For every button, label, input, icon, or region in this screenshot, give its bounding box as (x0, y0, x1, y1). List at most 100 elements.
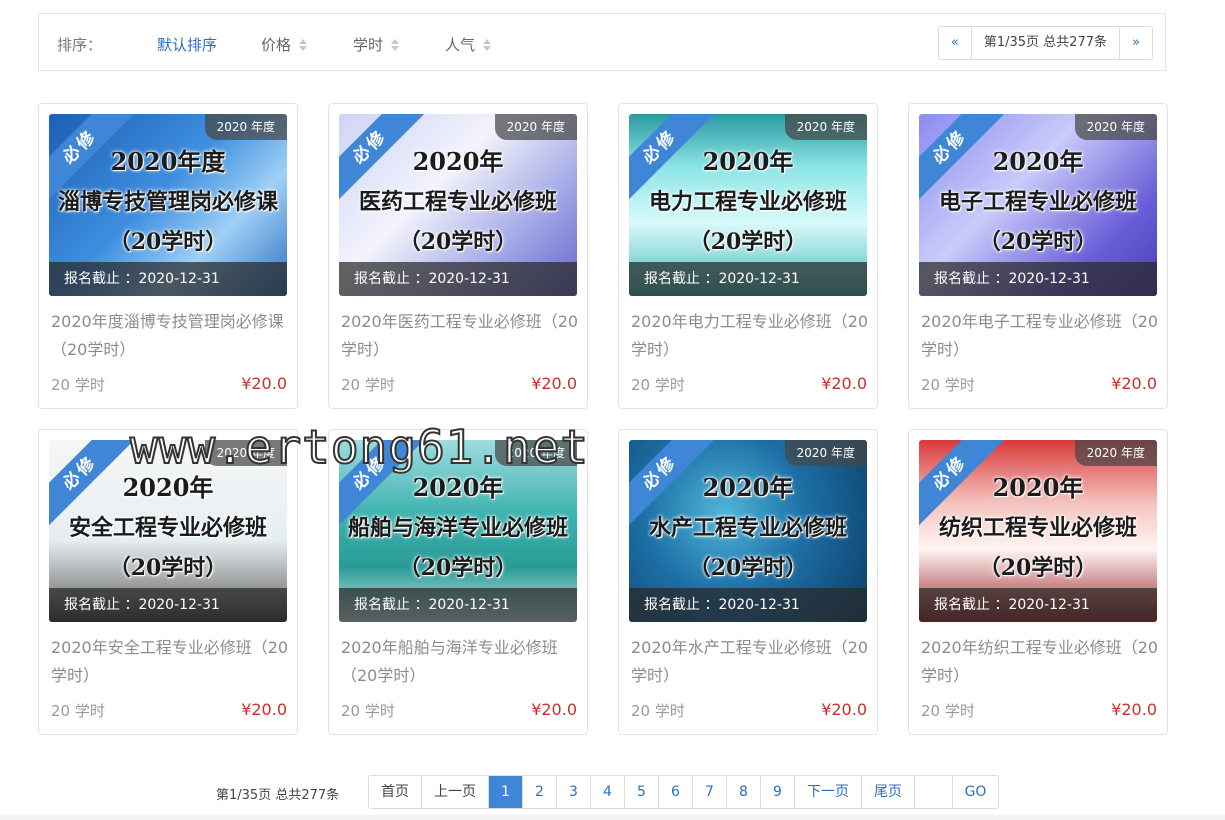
thumbnail-title-line: 水产工程专业必修班 (648, 515, 847, 541)
course-name[interactable]: 2020年船舶与海洋专业必修班（20学时） (341, 634, 581, 690)
deadline-bar: 报名截止 ：2020-12-31 (629, 588, 867, 622)
thumbnail-title-line: （20学时） (108, 229, 228, 255)
sort-hours[interactable]: 学时 (353, 34, 400, 55)
course-hours: 20 学时 (921, 702, 975, 720)
mini-page-info: 第1/35页 总共277条 (970, 27, 1120, 59)
page-number-button[interactable]: 1 (488, 776, 522, 808)
page-number-button[interactable]: 2 (522, 776, 556, 808)
thumbnail-title-line: （20学时） (398, 555, 518, 581)
course-card[interactable]: 2020年度 淄博专技管理岗必修课 （20学时） 必修 2020 年度 报名截止… (38, 103, 298, 409)
page-number-button[interactable]: 9 (760, 776, 794, 808)
page-number-button[interactable]: 3 (556, 776, 590, 808)
thumbnail-title-line: （20学时） (978, 555, 1098, 581)
year-badge: 2020 年度 (494, 440, 577, 466)
pager-info: 第1/35页 总共277条 (216, 788, 340, 803)
thumbnail-title-line: 电力工程专业必修班 (648, 189, 847, 215)
course-card[interactable]: 2020年 电力工程专业必修班 （20学时） 必修 2020 年度 报名截止 ：… (618, 103, 878, 409)
deadline-bar: 报名截止 ：2020-12-31 (339, 588, 577, 622)
page-number-button[interactable]: 6 (658, 776, 692, 808)
course-card[interactable]: 2020年 电子工程专业必修班 （20学时） 必修 2020 年度 报名截止 ：… (908, 103, 1168, 409)
course-price: ¥20.0 (821, 700, 867, 719)
sort-hours-label: 学时 (353, 36, 384, 54)
course-name[interactable]: 2020年医药工程专业必修班（20学时） (341, 308, 581, 364)
course-thumbnail[interactable]: 2020年度 淄博专技管理岗必修课 （20学时） 必修 2020 年度 报名截止… (49, 114, 287, 296)
thumbnail-title-line: （20学时） (398, 229, 518, 255)
deadline-bar: 报名截止 ：2020-12-31 (49, 588, 287, 622)
sort-popularity-label: 人气 (445, 36, 476, 54)
mini-pager: « 第1/35页 总共277条 » (937, 26, 1153, 60)
thumbnail-title-line: 纺织工程专业必修班 (938, 515, 1137, 541)
course-hours: 20 学时 (631, 702, 685, 720)
course-price: ¥20.0 (1111, 374, 1157, 393)
year-badge: 2020 年度 (204, 114, 287, 140)
deadline-bar: 报名截止 ：2020-12-31 (919, 588, 1157, 622)
course-price: ¥20.0 (1111, 700, 1157, 719)
thumbnail-title-line: （20学时） (108, 555, 228, 581)
year-badge: 2020 年度 (1074, 114, 1157, 140)
thumbnail-title-line: 船舶与海洋专业必修班 (347, 515, 568, 541)
thumbnail-title-line: 医药工程专业必修班 (358, 189, 557, 215)
course-thumbnail[interactable]: 2020年 安全工程专业必修班 （20学时） 必修 2020 年度 报名截止 ：… (49, 440, 287, 622)
course-price: ¥20.0 (531, 700, 577, 719)
course-card[interactable]: 2020年 水产工程专业必修班 （20学时） 必修 2020 年度 报名截止 ：… (618, 429, 878, 735)
sort-popularity[interactable]: 人气 (445, 34, 492, 55)
year-badge: 2020 年度 (1074, 440, 1157, 466)
course-name[interactable]: 2020年电力工程专业必修班（20学时） (631, 308, 871, 364)
course-thumbnail[interactable]: 2020年 水产工程专业必修班 （20学时） 必修 2020 年度 报名截止 ：… (629, 440, 867, 622)
footer-divider (0, 815, 1225, 820)
thumbnail-title-line: （20学时） (688, 229, 808, 255)
course-price: ¥20.0 (821, 374, 867, 393)
year-badge: 2020 年度 (784, 114, 867, 140)
thumbnail-title-line: （20学时） (688, 555, 808, 581)
sort-label: 排序： (57, 36, 103, 54)
course-thumbnail[interactable]: 2020年 医药工程专业必修班 （20学时） 必修 2020 年度 报名截止 ：… (339, 114, 577, 296)
course-price: ¥20.0 (241, 374, 287, 393)
thumbnail-title-line: （20学时） (978, 229, 1098, 255)
sort-price-label: 价格 (261, 36, 292, 54)
page-number-button[interactable]: 8 (726, 776, 760, 808)
page-jump-input[interactable] (914, 776, 952, 808)
last-page-button[interactable]: 尾页 (861, 776, 914, 808)
course-name[interactable]: 2020年电子工程专业必修班（20学时） (921, 308, 1161, 364)
page-number-button[interactable]: 4 (590, 776, 624, 808)
course-thumbnail[interactable]: 2020年 电子工程专业必修班 （20学时） 必修 2020 年度 报名截止 ：… (919, 114, 1157, 296)
course-hours: 20 学时 (51, 702, 105, 720)
mini-next-button[interactable]: » (1120, 27, 1152, 59)
year-badge: 2020 年度 (204, 440, 287, 466)
page-number-button[interactable]: 5 (624, 776, 658, 808)
thumbnail-title-line: 淄博专技管理岗必修课 (57, 189, 278, 215)
course-hours: 20 学时 (921, 376, 975, 394)
course-price: ¥20.0 (531, 374, 577, 393)
pagination: 首页 上一页 1 2 3 4 5 6 7 8 9 下一页 尾页 GO (368, 775, 999, 809)
deadline-bar: 报名截止 ：2020-12-31 (49, 262, 287, 296)
course-price: ¥20.0 (241, 700, 287, 719)
course-hours: 20 学时 (341, 702, 395, 720)
course-card[interactable]: 2020年 安全工程专业必修班 （20学时） 必修 2020 年度 报名截止 ：… (38, 429, 298, 735)
course-name[interactable]: 2020年水产工程专业必修班（20学时） (631, 634, 871, 690)
deadline-bar: 报名截止 ：2020-12-31 (919, 262, 1157, 296)
course-card[interactable]: 2020年 医药工程专业必修班 （20学时） 必修 2020 年度 报名截止 ：… (328, 103, 588, 409)
thumbnail-title-line: 电子工程专业必修班 (938, 189, 1137, 215)
prev-page-button[interactable]: 上一页 (421, 776, 488, 808)
year-badge: 2020 年度 (784, 440, 867, 466)
sort-bar: 排序： 默认排序 价格 学时 人气 « 第1/35页 总共277条 » (38, 13, 1166, 71)
course-card[interactable]: 2020年 船舶与海洋专业必修班 （20学时） 必修 2020 年度 报名截止 … (328, 429, 588, 735)
page-number-button[interactable]: 7 (692, 776, 726, 808)
course-name[interactable]: 2020年度淄博专技管理岗必修课（20学时） (51, 308, 291, 364)
deadline-bar: 报名截止 ：2020-12-31 (339, 262, 577, 296)
mini-prev-button[interactable]: « (939, 27, 971, 59)
next-page-button[interactable]: 下一页 (794, 776, 861, 808)
course-name[interactable]: 2020年安全工程专业必修班（20学时） (51, 634, 291, 690)
course-thumbnail[interactable]: 2020年 纺织工程专业必修班 （20学时） 必修 2020 年度 报名截止 ：… (919, 440, 1157, 622)
course-card[interactable]: 2020年 纺织工程专业必修班 （20学时） 必修 2020 年度 报名截止 ：… (908, 429, 1168, 735)
course-name[interactable]: 2020年纺织工程专业必修班（20学时） (921, 634, 1161, 690)
go-button[interactable]: GO (952, 776, 998, 808)
thumbnail-title-line: 安全工程专业必修班 (68, 515, 267, 541)
course-hours: 20 学时 (631, 376, 685, 394)
sort-caret-icon (299, 38, 308, 52)
sort-default[interactable]: 默认排序 (157, 34, 217, 55)
sort-price[interactable]: 价格 (261, 34, 308, 55)
course-thumbnail[interactable]: 2020年 船舶与海洋专业必修班 （20学时） 必修 2020 年度 报名截止 … (339, 440, 577, 622)
first-page-button[interactable]: 首页 (369, 776, 421, 808)
course-thumbnail[interactable]: 2020年 电力工程专业必修班 （20学时） 必修 2020 年度 报名截止 ：… (629, 114, 867, 296)
